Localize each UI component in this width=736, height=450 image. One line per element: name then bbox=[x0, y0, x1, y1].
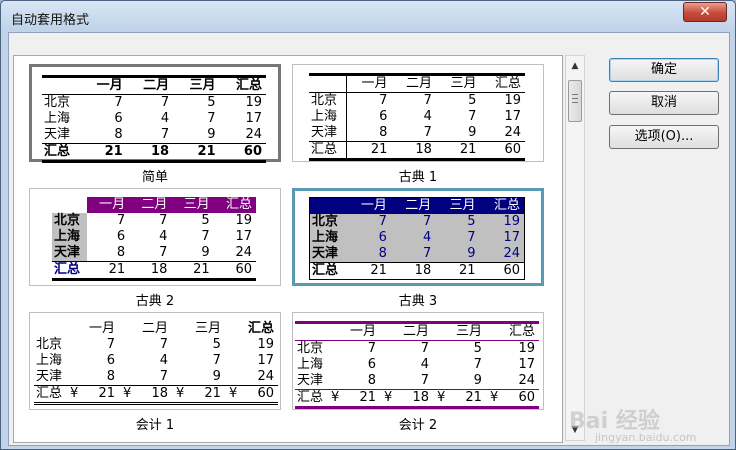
gallery-scrollbar[interactable]: ▲ ▼ bbox=[565, 55, 585, 441]
format-preview[interactable]: 一月 二月 三月 汇总 北京 7 7 5 19 上海 6 4 7 17 天津 8 7 9 24 汇总 ¥21 ¥1… bbox=[292, 312, 544, 410]
format-label: 古典 3 bbox=[398, 294, 438, 309]
format-preview[interactable]: 一月 二月 三月 汇总 北京 7 7 5 19 上海 6 4 7 17 天津 8 7 9 24 汇总 21 18 2… bbox=[29, 64, 281, 163]
format-simple[interactable]: 一月 二月 三月 汇总 北京 7 7 5 19 上海 6 4 7 17 天津 8 7 9 24 汇总 21 18 2… bbox=[29, 64, 281, 185]
preview-table: 一月 二月 三月 汇总 北京 7 7 5 19 上海 6 4 7 17 天津 8 7 9 24 汇总 21 18 2… bbox=[309, 73, 525, 161]
format-label: 古典 2 bbox=[135, 294, 175, 309]
format-classic-2[interactable]: 一月 二月 三月 汇总 北京 7 7 5 19 上海 6 4 7 17 天津 8 7 9 24 汇总 21 18 2… bbox=[29, 188, 281, 309]
scroll-up-icon[interactable]: ▲ bbox=[566, 58, 584, 74]
preview-table: 一月 二月 三月 汇总 北京 7 7 5 19 上海 6 4 7 17 天津 8 7 9 24 汇总 21 18 2… bbox=[42, 75, 266, 163]
format-preview[interactable]: 一月 二月 三月 汇总 北京 7 7 5 19 上海 6 4 7 17 天津 8 7 9 24 汇总 21 18 2… bbox=[292, 188, 544, 286]
format-classic-1[interactable]: 一月 二月 三月 汇总 北京 7 7 5 19 上海 6 4 7 17 天津 8 7 9 24 汇总 21 18 2… bbox=[292, 64, 544, 185]
ok-button[interactable]: 确定 bbox=[609, 58, 719, 82]
format-label: 古典 1 bbox=[398, 170, 438, 185]
watermark-url: jingyan.baidu.com bbox=[595, 431, 697, 444]
format-classic-3[interactable]: 一月 二月 三月 汇总 北京 7 7 5 19 上海 6 4 7 17 天津 8 7 9 24 汇总 21 18 2… bbox=[292, 188, 544, 309]
dialog-body: 一月 二月 三月 汇总 北京 7 7 5 19 上海 6 4 7 17 天津 8 7 9 24 汇总 21 18 2… bbox=[8, 32, 730, 446]
format-label: 会计 1 bbox=[135, 418, 175, 433]
format-accounting-2[interactable]: 一月 二月 三月 汇总 北京 7 7 5 19 上海 6 4 7 17 天津 8 7 9 24 汇总 ¥21 ¥1… bbox=[292, 312, 544, 433]
format-preview[interactable]: 一月 二月 三月 汇总 北京 7 7 5 19 上海 6 4 7 17 天津 8 7 9 24 汇总 ¥21 ¥1… bbox=[29, 312, 281, 410]
preview-table: 一月 二月 三月 汇总 北京 7 7 5 19 上海 6 4 7 17 天津 8 7 9 24 汇总 ¥21 ¥1… bbox=[295, 321, 539, 409]
title-bar: 自动套用格式 ✕ bbox=[1, 1, 735, 31]
cancel-button[interactable]: 取消 bbox=[609, 91, 719, 115]
format-gallery: 一月 二月 三月 汇总 北京 7 7 5 19 上海 6 4 7 17 天津 8 7 9 24 汇总 21 18 2… bbox=[13, 55, 563, 443]
format-label: 简单 bbox=[141, 170, 168, 185]
preview-table: 一月 二月 三月 汇总 北京 7 7 5 19 上海 6 4 7 17 天津 8 7 9 24 汇总 21 18 2… bbox=[309, 197, 525, 280]
close-button[interactable]: ✕ bbox=[683, 2, 727, 22]
preview-table: 一月 二月 三月 汇总 北京 7 7 5 19 上海 6 4 7 17 天津 8 7 9 24 汇总 ¥21 ¥1… bbox=[34, 321, 278, 405]
dialog-title: 自动套用格式 bbox=[11, 13, 90, 28]
close-icon: ✕ bbox=[699, 4, 711, 20]
options-button[interactable]: 选项(O)... bbox=[609, 125, 719, 149]
preview-table: 一月 二月 三月 汇总 北京 7 7 5 19 上海 6 4 7 17 天津 8 7 9 24 汇总 21 18 2… bbox=[52, 197, 256, 281]
scroll-thumb[interactable] bbox=[568, 80, 582, 122]
format-accounting-1[interactable]: 一月 二月 三月 汇总 北京 7 7 5 19 上海 6 4 7 17 天津 8 7 9 24 汇总 ¥21 ¥1… bbox=[29, 312, 281, 433]
autoformat-dialog: 自动套用格式 ✕ 一月 二月 三月 汇总 北京 7 7 5 19 上海 6 4 7 17 天津 8 7 9 2… bbox=[0, 0, 736, 450]
format-label: 会计 2 bbox=[398, 418, 438, 433]
format-preview[interactable]: 一月 二月 三月 汇总 北京 7 7 5 19 上海 6 4 7 17 天津 8 7 9 24 汇总 21 18 2… bbox=[292, 64, 544, 162]
format-preview[interactable]: 一月 二月 三月 汇总 北京 7 7 5 19 上海 6 4 7 17 天津 8 7 9 24 汇总 21 18 2… bbox=[29, 188, 281, 286]
